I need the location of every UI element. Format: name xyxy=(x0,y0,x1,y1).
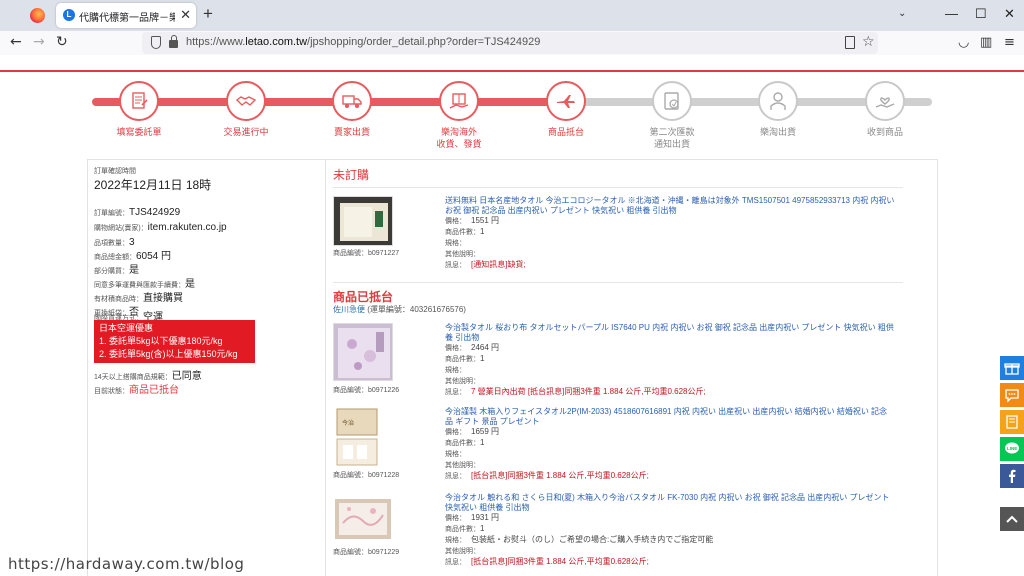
back-to-top-icon[interactable] xyxy=(1000,507,1024,531)
sidebar-icon[interactable]: ▥ xyxy=(980,35,992,50)
payment-icon xyxy=(652,81,692,121)
step-received: 收到商品 xyxy=(830,81,940,139)
air-promo-banner: 日本空運優惠 1. 委託單5kg以下優惠180元/kg 2. 委託單5kg(含)… xyxy=(94,320,255,363)
blog-watermark: https://hardaway.com.tw/blog xyxy=(8,555,245,573)
product-link[interactable]: 今治タオル 触れる和 さくら日和(夏) 木箱入り今治バスタオル FK-7030 … xyxy=(445,493,895,513)
spec-line: 規格： xyxy=(445,367,466,374)
product-link[interactable]: 送料無料 日本名産地タオル 今治エコロジータオル ※北海道・沖縄・離島は対象外 … xyxy=(445,196,895,216)
courier-icon xyxy=(758,81,798,121)
bookmark-star-icon[interactable]: ☆ xyxy=(862,34,875,50)
note-line: 其他說明： xyxy=(445,462,480,469)
note-line: 其他說明： xyxy=(445,378,480,385)
product-thumbnail[interactable] xyxy=(333,493,393,545)
tab-title: 代購代標第一品牌－樂淘letao xyxy=(79,13,175,24)
book-icon[interactable] xyxy=(1000,410,1024,434)
step-in-progress: 交易進行中 xyxy=(191,81,301,139)
order-detail-page: 填寫委託單 交易進行中 賣家出貨 樂淘海外 收貨、發貨 商品抵台 第二次匯款 通… xyxy=(0,55,1024,576)
back-arrow-icon[interactable]: ← xyxy=(10,34,22,50)
section-divider xyxy=(333,282,903,283)
reader-view-icon[interactable] xyxy=(845,36,855,49)
maximize-icon[interactable]: ☐ xyxy=(975,6,987,22)
message-line: 訊息： [抵台訊息]同捆3件重 1.884 公斤,平均重0.628公斤; xyxy=(445,557,649,566)
items-column: 未訂購 商品編號：b0971227 送料無料 日本名産地タオル 今治エコロジータ… xyxy=(333,160,933,576)
gift-icon[interactable] xyxy=(1000,356,1024,380)
confirm-time: 2022年12月11日 18時 xyxy=(94,178,212,192)
product-detail: 今治タオル 触れる和 さくら日和(夏) 木箱入り今治バスタオル FK-7030 … xyxy=(445,493,895,568)
confirm-time-label: 訂單確認時間 xyxy=(94,168,136,175)
product-detail: 送料無料 日本名産地タオル 今治エコロジータオル ※北海道・沖縄・離島は対象外 … xyxy=(445,196,895,271)
svg-text:今治: 今治 xyxy=(342,419,354,427)
message-line: 訊息： 7 營業日內出荷 [抵台訊息]同捆3件重 1.884 公斤,平均重0.62… xyxy=(445,387,706,396)
browser-tab-bar: L 代購代標第一品牌－樂淘letao ✕ + ⌄ — ☐ ✕ xyxy=(0,0,1024,31)
forward-arrow-icon[interactable]: → xyxy=(33,34,45,50)
reload-icon[interactable]: ↻ xyxy=(56,34,68,50)
firefox-icon[interactable] xyxy=(30,8,45,23)
step-arrived-taiwan: 商品抵台 xyxy=(511,81,621,139)
chat-icon[interactable] xyxy=(1000,383,1024,407)
step-fill-form: 填寫委託單 xyxy=(84,81,194,139)
count-line: 商品件數：1 xyxy=(445,438,485,447)
note-line: 其他說明： xyxy=(445,251,480,258)
note-line: 其他說明： xyxy=(445,548,480,555)
line-icon[interactable]: LINE xyxy=(1000,437,1024,461)
svg-text:LINE: LINE xyxy=(1007,446,1017,451)
spec-line: 規格： xyxy=(445,451,466,458)
product-code: 商品編號：b0971228 xyxy=(333,472,400,479)
facebook-icon[interactable] xyxy=(1000,464,1024,488)
count-line: 商品件數：1 xyxy=(445,227,485,236)
form-icon xyxy=(119,81,159,121)
tab-list-chevron-icon[interactable]: ⌄ xyxy=(898,8,906,19)
menu-icon[interactable]: ≡ xyxy=(1004,35,1015,50)
not-ordered-title: 未訂購 xyxy=(333,168,370,182)
status-row: 目前狀態：商品已抵台 xyxy=(94,385,179,396)
step-overseas-warehouse: 樂淘海外 收貨、發貨 xyxy=(404,81,514,151)
tab-close-icon[interactable]: ✕ xyxy=(180,7,191,23)
product-thumbnail[interactable] xyxy=(333,196,393,246)
product-code: 商品編號：b0971226 xyxy=(333,387,400,394)
spec-line: 規格： 包装紙・お熨斗（のし）ご希望の場合:ご購入手続き内でご指定可能 xyxy=(445,535,714,544)
price-line: 價格： 1659 円 xyxy=(445,427,500,436)
product-link[interactable]: 今治謹製 木箱入りフェイスタオル2P(IM-2033) 451860761689… xyxy=(445,407,895,427)
header-divider xyxy=(0,70,1024,72)
receive-icon xyxy=(865,81,905,121)
lock-icon[interactable] xyxy=(169,35,178,48)
letao-favicon-icon: L xyxy=(63,9,75,21)
new-tab-icon[interactable]: + xyxy=(203,4,213,24)
order-panel: 訂單確認時間 2022年12月11日 18時 訂單編號：TJS424929 購物… xyxy=(87,159,938,576)
close-window-icon[interactable]: ✕ xyxy=(1004,6,1015,22)
price-line: 價格： 1931 円 xyxy=(445,513,500,522)
order-info-column: 訂單確認時間 2022年12月11日 18時 訂單編號：TJS424929 購物… xyxy=(88,160,326,576)
minimize-icon[interactable]: — xyxy=(945,6,958,21)
airplane-icon xyxy=(546,81,586,121)
step-second-payment: 第二次匯款 通知出貨 xyxy=(617,81,727,151)
count-line: 商品件數：1 xyxy=(445,524,485,533)
product-detail: 今治製タオル 桜おり布 タオルセットパープル IS7640 PU 内祝 内祝い … xyxy=(445,323,895,398)
package-icon xyxy=(439,81,479,121)
product-detail: 今治謹製 木箱入りフェイスタオル2P(IM-2033) 451860761689… xyxy=(445,407,895,482)
browser-nav-bar: ← → ↻ https://www.letao.com.tw/jpshoppin… xyxy=(0,31,1024,55)
product-thumbnail[interactable] xyxy=(333,323,393,381)
section-divider xyxy=(333,187,903,188)
step-letao-ship: 樂淘出貨 xyxy=(723,81,833,139)
product-link[interactable]: 今治製タオル 桜おり布 タオルセットパープル IS7640 PU 内祝 内祝い … xyxy=(445,323,895,343)
pocket-icon[interactable]: ◡ xyxy=(958,35,969,50)
product-thumbnail[interactable]: 今治 xyxy=(333,407,393,467)
truck-icon xyxy=(332,81,372,121)
count-line: 商品件數：1 xyxy=(445,354,485,363)
message-line: 訊息： [抵台訊息]同捆3件重 1.884 公斤,平均重0.628公斤; xyxy=(445,471,649,480)
price-line: 價格： 1551 円 xyxy=(445,216,500,225)
product-code: 商品編號：b0971229 xyxy=(333,549,400,556)
url-text[interactable]: https://www.letao.com.tw/jpshopping/orde… xyxy=(186,36,540,48)
step-seller-ship: 賣家出貨 xyxy=(297,81,407,139)
shipment-info: 佐川急便 (運單編號：403261676576) xyxy=(333,305,466,314)
browser-tab-active[interactable]: L 代購代標第一品牌－樂淘letao ✕ xyxy=(56,3,196,28)
url-bar[interactable]: https://www.letao.com.tw/jpshopping/orde… xyxy=(142,32,878,54)
tracking-shield-icon[interactable] xyxy=(151,36,161,49)
arrived-title: 商品已抵台 xyxy=(333,290,394,304)
price-line: 價格： 2464 円 xyxy=(445,343,500,352)
product-code: 商品編號：b0971227 xyxy=(333,250,400,257)
message-line: 訊息： [通知訊息]缺貨; xyxy=(445,260,526,269)
spec-line: 規格： xyxy=(445,240,466,247)
handshake-icon xyxy=(226,81,266,121)
